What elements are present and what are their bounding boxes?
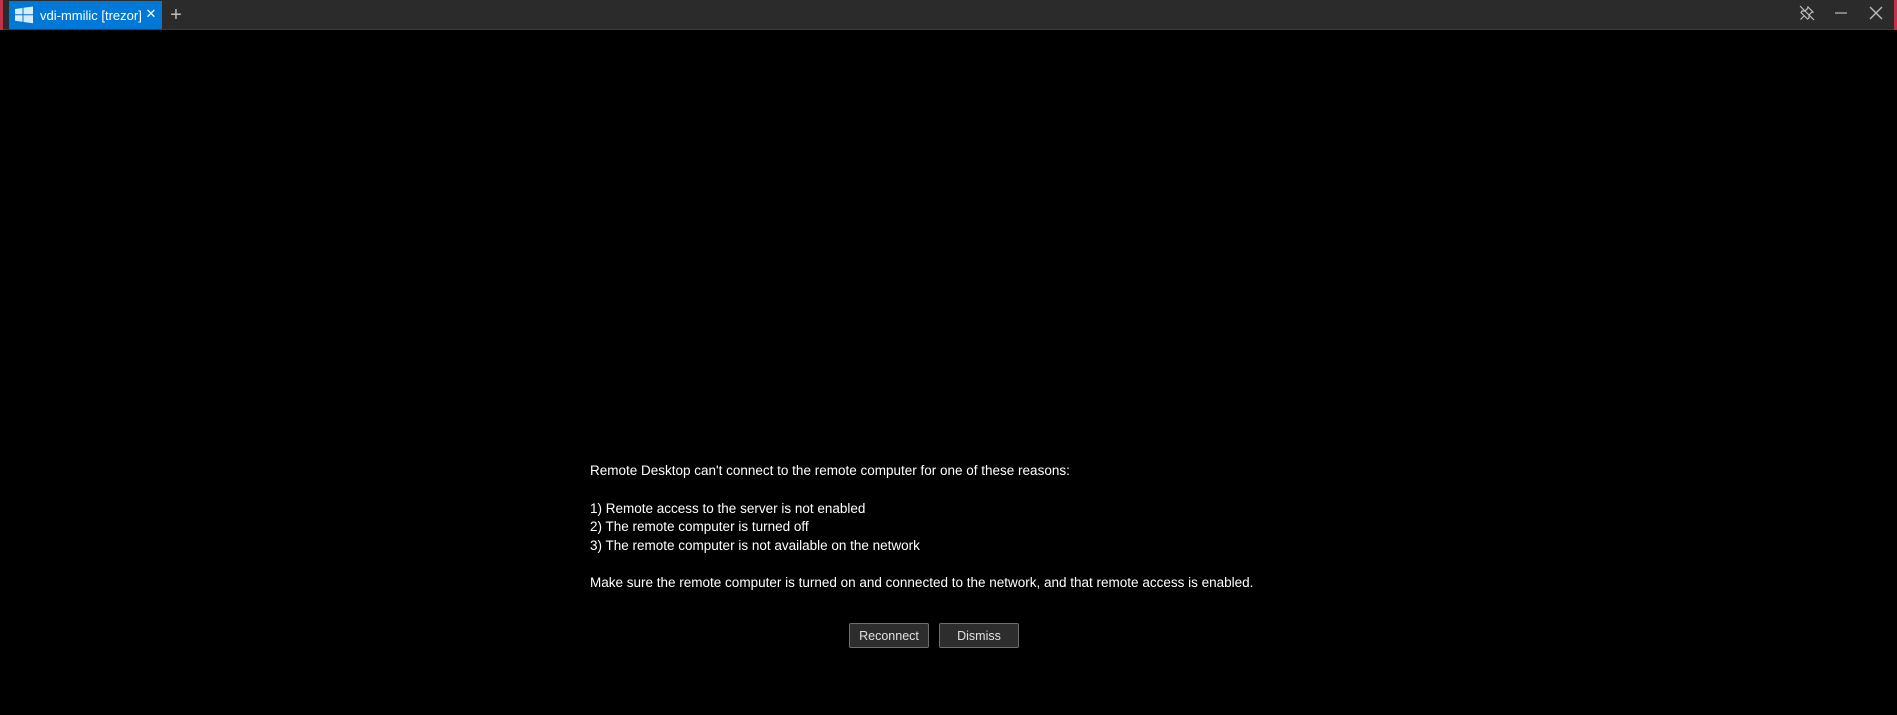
- close-window-button[interactable]: [1864, 4, 1888, 26]
- action-buttons: Reconnect Dismiss: [849, 623, 1019, 648]
- reason-item: 3) The remote computer is not available …: [590, 537, 920, 553]
- reconnect-button[interactable]: Reconnect: [849, 623, 929, 648]
- tab-label: vdi-mmilic [trezor]: [40, 7, 142, 23]
- minimize-button[interactable]: [1829, 4, 1853, 26]
- reason-item: 2) The remote computer is turned off: [590, 519, 809, 534]
- error-heading: Remote Desktop can't connect to the remo…: [590, 463, 1070, 478]
- connection-error-message: Remote Desktop can't connect to the remo…: [590, 462, 1350, 593]
- windows-icon: [14, 5, 34, 25]
- pin-icon: [1799, 5, 1815, 26]
- tab-close-icon[interactable]: ✕: [144, 7, 158, 21]
- reason-item: 1) Remote access to the server is not en…: [590, 500, 866, 516]
- error-footer: Make sure the remote computer is turned …: [590, 575, 1254, 590]
- dismiss-button[interactable]: Dismiss: [939, 623, 1019, 648]
- minimize-icon: [1833, 5, 1849, 26]
- tab-vdi-mmilic[interactable]: vdi-mmilic [trezor] ✕: [9, 1, 162, 29]
- window-edge-left: [0, 0, 3, 30]
- new-tab-button[interactable]: +: [166, 5, 186, 25]
- title-bar: vdi-mmilic [trezor] ✕ +: [0, 0, 1897, 30]
- pin-button[interactable]: [1795, 4, 1819, 26]
- close-icon: [1868, 5, 1884, 26]
